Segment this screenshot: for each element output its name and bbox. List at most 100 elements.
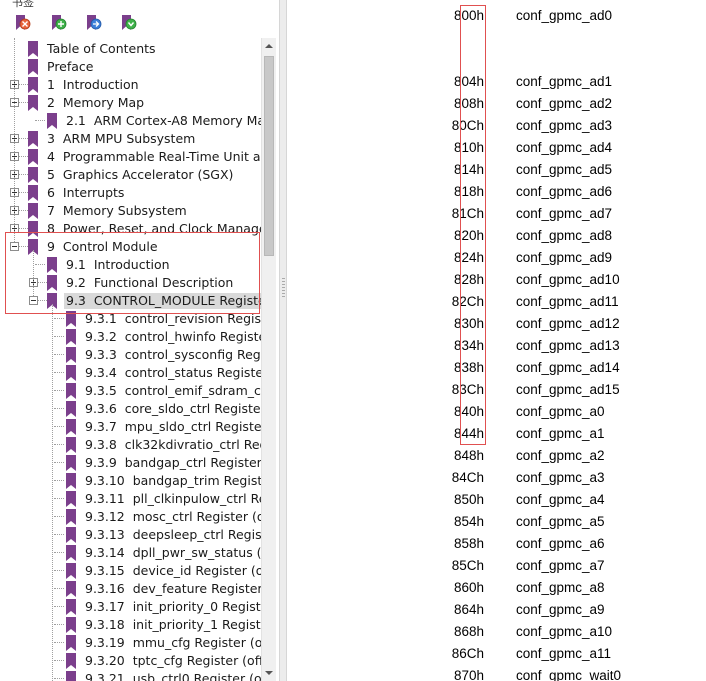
add-bookmark-button[interactable] (48, 13, 68, 33)
tree-connector (19, 192, 28, 193)
register-name: conf_gpmc_ad6 (516, 184, 613, 199)
register-offset: 80Ch (451, 118, 484, 133)
scroll-up-arrow[interactable] (262, 38, 276, 54)
register-name: conf_gpmc_a0 (516, 404, 605, 419)
register-row: 818h conf_gpmc_ad6 (287, 182, 706, 202)
register-row: 850h conf_gpmc_a4 (287, 490, 706, 510)
bookmark-item[interactable]: 9.3.12 mosc_ctrl Register (offse (0, 508, 261, 526)
bookmark-item[interactable]: 9.3.9 bandgap_ctrl Register (offs (0, 454, 261, 472)
register-name: conf_gpmc_a6 (516, 536, 605, 551)
bookmark-item[interactable]: 9.3.7 mpu_sldo_ctrl Register (o (0, 418, 261, 436)
bookmark-item[interactable]: 9.2 Functional Description (0, 274, 261, 292)
bookmark-item[interactable]: 9.3.16 dev_feature Register (of (0, 580, 261, 598)
bookmark-item[interactable]: Table of Contents (0, 40, 261, 58)
go-to-bookmark-icon (87, 15, 102, 30)
register-row: 844h conf_gpmc_a1 (287, 424, 706, 444)
register-name: conf_gpmc_ad14 (516, 360, 620, 375)
tree-guide-line (14, 38, 15, 242)
bookmark-icon (66, 563, 76, 579)
bookmark-item[interactable]: 9.3.4 control_status Register (o (0, 364, 261, 382)
tree-connector (19, 138, 28, 139)
tree-connector (54, 462, 64, 463)
bookmark-icon (28, 131, 38, 147)
register-row: 854h conf_gpmc_a5 (287, 512, 706, 532)
bookmark-item[interactable]: 9.3.13 deepsleep_ctrl Register ( (0, 526, 261, 544)
bookmark-item[interactable]: 9 Control Module (0, 238, 261, 256)
register-row: 828h conf_gpmc_ad10 (287, 270, 706, 290)
collapse-icon[interactable] (10, 242, 19, 251)
register-offset: 82Ch (451, 294, 484, 309)
tree-connector (54, 498, 64, 499)
bookmark-item[interactable]: 9.3.15 device_id Register (offse (0, 562, 261, 580)
bookmark-item[interactable]: 9.3.8 clk32kdivratio_ctrl Register (0, 436, 261, 454)
go-to-bookmark-button[interactable] (83, 13, 103, 33)
bookmark-item[interactable]: 4 Programmable Real-Time Unit and In (0, 148, 261, 166)
bookmark-icon (66, 545, 76, 561)
bookmark-item[interactable]: 9.3.11 pll_clkinpulow_ctrl Regist (0, 490, 261, 508)
collapse-icon[interactable] (29, 296, 38, 305)
bookmark-label: 9.3.9 bandgap_ctrl Register (offs (85, 455, 261, 470)
bookmark-item[interactable]: Preface (0, 58, 261, 76)
bookmark-item[interactable]: 3 ARM MPU Subsystem (0, 130, 261, 148)
register-offset: 840h (453, 404, 484, 419)
bookmark-item[interactable]: 9.3.14 dpll_pwr_sw_status (offs (0, 544, 261, 562)
tree-connector (54, 444, 64, 445)
bookmark-item[interactable]: 9.3.3 control_sysconfig Register (0, 346, 261, 364)
bookmark-item[interactable]: 9.3.18 init_priority_1 Register ( (0, 616, 261, 634)
bookmark-item[interactable]: 5 Graphics Accelerator (SGX) (0, 166, 261, 184)
bookmark-icon (66, 653, 76, 669)
bookmark-item[interactable]: 9.3.10 bandgap_trim Register (o (0, 472, 261, 490)
register-row: 840h conf_gpmc_a0 (287, 402, 706, 422)
bookmark-item[interactable]: 9.1 Introduction (0, 256, 261, 274)
bookmark-item[interactable]: 9.3.21 usb_ctrl0 Register (offs (0, 670, 261, 681)
tree-connector (19, 246, 28, 247)
tree-connector (54, 480, 64, 481)
bookmark-icon (28, 185, 38, 201)
bookmark-item[interactable]: 9.3.5 control_emif_sdram_config (0, 382, 261, 400)
bookmark-item[interactable]: 9.3 CONTROL_MODULE Registers (0, 292, 261, 310)
register-name: conf_gpmc_a8 (516, 580, 605, 595)
register-name: conf_gpmc_ad13 (516, 338, 620, 353)
bookmark-item[interactable]: 9.3.17 init_priority_0 Register ( (0, 598, 261, 616)
bookmarks-scrollbar[interactable] (261, 38, 276, 681)
bookmark-item[interactable]: 6 Interrupts (0, 184, 261, 202)
bookmark-item[interactable]: 8 Power, Reset, and Clock Managemen (0, 220, 261, 238)
register-name: conf_gpmc_a2 (516, 448, 605, 463)
register-row: 81Ch conf_gpmc_ad7 (287, 204, 706, 224)
bookmark-item[interactable]: 7 Memory Subsystem (0, 202, 261, 220)
bookmark-item[interactable]: 9.3.20 tptc_cfg Register (offset (0, 652, 261, 670)
tree-connector (54, 336, 64, 337)
bookmark-item[interactable]: 9.3.19 mmu_cfg Register (offse (0, 634, 261, 652)
bookmark-label: Table of Contents (47, 41, 156, 56)
register-offset: 86Ch (451, 646, 484, 661)
bookmark-label: Preface (47, 59, 94, 74)
register-name: conf_gpmc_a10 (516, 624, 613, 639)
delete-bookmark-button[interactable] (12, 13, 32, 33)
register-row: 810h conf_gpmc_ad4 (287, 138, 706, 158)
bookmark-item[interactable]: 2 Memory Map (0, 94, 261, 112)
bookmark-label: 2 Memory Map (47, 95, 145, 110)
bookmark-label: 9.2 Functional Description (66, 275, 234, 290)
bookmark-item[interactable]: 9.3.1 control_revision Register (o (0, 310, 261, 328)
bookmark-item[interactable]: 9.3.2 control_hwinfo Register (o (0, 328, 261, 346)
bookmark-item[interactable]: 2.1 ARM Cortex-A8 Memory Map (0, 112, 261, 130)
tree-connector (54, 516, 64, 517)
scroll-down-arrow[interactable] (262, 665, 276, 681)
bookmark-icon (66, 455, 76, 471)
tree-connector (54, 642, 64, 643)
bookmark-item[interactable]: 9.3.6 core_sldo_ctrl Register (o (0, 400, 261, 418)
register-offset: 818h (453, 184, 484, 199)
bookmark-item[interactable]: 1 Introduction (0, 76, 261, 94)
scrollbar-thumb[interactable] (264, 56, 274, 256)
bookmark-icon (47, 275, 57, 291)
tree-connector (54, 390, 64, 391)
pane-splitter[interactable] (279, 0, 287, 681)
bookmark-icon (47, 113, 57, 129)
register-row: 814h conf_gpmc_ad5 (287, 160, 706, 180)
register-row: 800h conf_gpmc_ad0 (287, 6, 706, 26)
register-offset: 848h (453, 448, 484, 463)
register-name: conf_gpmc_a3 (516, 470, 605, 485)
bookmark-icon (66, 599, 76, 615)
bookmark-options-button[interactable] (118, 13, 138, 33)
bookmark-label: 9.3.20 tptc_cfg Register (offset (85, 653, 261, 668)
